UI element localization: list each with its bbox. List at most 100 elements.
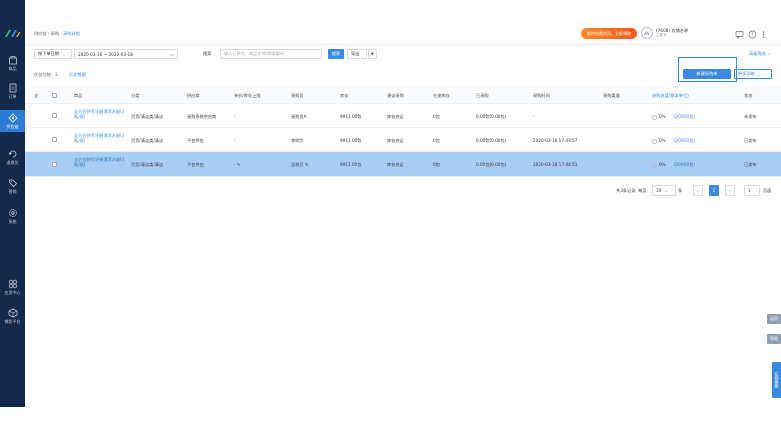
col-header-suggest[interactable]: 建议采购 <box>387 93 404 98</box>
search-input[interactable]: 输入订单号、商品名称/商家编码 <box>220 49 322 59</box>
supply-chain-icon <box>7 112 18 123</box>
sidebar-item-return[interactable]: 退换货 <box>0 146 25 168</box>
action-bar: 任务总数：3 历史数据 新建采购单 更多功能 ⌄ <box>25 64 781 86</box>
suggest-cell: 库存充足 <box>387 162 404 167</box>
sidebar-item-label: 商品 <box>8 65 17 71</box>
sidebar-item-label: 铺货平台 <box>4 318 21 324</box>
col-header-category[interactable]: 分类 <box>131 93 139 98</box>
order-icon <box>9 83 16 92</box>
sidebar-item-apps[interactable]: 应用中心 <box>0 276 25 298</box>
breadcrumb-item[interactable]: 供应链 <box>34 31 47 36</box>
export-button[interactable]: 导出 <box>347 49 367 59</box>
col-header-progress[interactable]: 采购进度(基本单位) <box>652 93 689 98</box>
buyer-cell: 吴梓豆 ✎ <box>291 162 308 167</box>
col-header-stock[interactable]: 库存 <box>340 93 348 98</box>
help-icon[interactable]: ? <box>748 30 757 39</box>
table-row-selected[interactable]: 全方位特写牙刷漂浮水玻(1瓶/瓶) 百货/清洁类/清洁 平台供应 - ✎ 吴梓豆… <box>25 152 781 177</box>
row-checkbox[interactable] <box>52 137 57 142</box>
date-type-value: 按下单日期 <box>38 51 59 56</box>
sidebar-item-product[interactable]: 商品 <box>0 52 25 74</box>
edit-icon[interactable]: ✎ <box>237 162 241 167</box>
page-button-current[interactable]: 1 <box>709 185 719 196</box>
apps-icon <box>8 279 17 288</box>
chevron-right-icon: › <box>729 188 731 193</box>
transit-cell: 0包 <box>433 138 440 143</box>
float-help-button[interactable]: 帮助 <box>767 334 781 344</box>
col-header-transit[interactable]: 在途库存 <box>433 93 450 98</box>
status-cell: 已发布 <box>744 162 757 167</box>
gear-icon <box>8 208 17 217</box>
edit-icon[interactable]: ✎ <box>305 162 309 167</box>
time-cell: - <box>533 114 535 119</box>
history-data-link[interactable]: 历史数据 <box>69 72 86 78</box>
sidebar-item-order[interactable]: 订单 <box>0 80 25 102</box>
col-header-time[interactable]: 采购时间 <box>533 93 550 98</box>
promo-button[interactable]: 限时免费试用，立即领取 <box>581 28 637 39</box>
col-header-price[interactable]: 单价/库存上限 <box>234 93 261 98</box>
breadcrumb-current: 采购计划 <box>63 31 80 36</box>
product-link[interactable]: 全方位特写牙刷漂浮水玻(1瓶/瓶) <box>74 133 126 143</box>
return-icon <box>8 150 16 157</box>
table-row[interactable]: 全方位特写牙刷漂浮水玻(1瓶/瓶) 百货/清洁类/清洁 采购系统供应商 - 采购… <box>25 104 781 128</box>
transit-cell: 0包 <box>433 114 440 119</box>
col-header[interactable]: 全 <box>34 93 38 98</box>
store-switcher[interactable]: AV (760B) 店铺名称 主账号 <box>641 27 688 39</box>
more-functions-label: 更多功能 <box>738 71 755 76</box>
select-all-checkbox[interactable] <box>52 93 57 98</box>
jump-page-input[interactable]: 1 <box>744 185 760 196</box>
progress-cell: 0% <box>652 138 666 144</box>
date-type-select[interactable]: 按下单日期 ⌄ <box>34 49 72 59</box>
page-size-select[interactable]: 10 ⌄ <box>652 185 676 196</box>
transit-cell: 0包 <box>433 162 440 167</box>
sidebar: 商品 订单 供应链 退换货 营销 系统 应用中心 铺货平台 <box>0 0 25 407</box>
breadcrumb: 供应链 / 采购 / 采购计划 <box>34 31 80 36</box>
prev-page-button[interactable]: ‹ <box>693 185 703 196</box>
table-row[interactable]: 全方位特写牙刷漂浮水玻(1瓶/瓶) 百货/清洁类/清洁 平台供应 - 李明华 9… <box>25 128 781 152</box>
filter-bar: 按下单日期 ⌄ 2020-03-16 ~ 2020-03-18 ▭ 搜索 输入订… <box>25 45 781 64</box>
store-sub: 主账号 <box>656 33 667 37</box>
purchased-cell: 0.00包(0.00包) <box>476 138 507 143</box>
time-cell: 2020-03-18 17:44:51 <box>533 162 578 167</box>
date-range-picker[interactable]: 2020-03-16 ~ 2020-03-18 ▭ <box>74 49 178 59</box>
more-vertical-icon[interactable] <box>759 30 768 39</box>
col-header-buyer[interactable]: 采购员 <box>291 93 304 98</box>
sidebar-item-system[interactable]: 系统 <box>0 205 25 227</box>
tag-icon <box>8 179 17 187</box>
export-dropdown-button[interactable]: ▼ <box>368 49 377 59</box>
float-back-button[interactable]: 返回 <box>767 314 781 324</box>
price-value: - <box>234 162 236 167</box>
sidebar-item-label: 供应链 <box>6 123 19 129</box>
sidebar-item-marketing[interactable]: 营销 <box>0 175 25 197</box>
date-range-value: 2020-03-16 ~ 2020-03-18 <box>78 51 133 57</box>
row-checkbox[interactable] <box>52 113 57 118</box>
col-header-product[interactable]: 商品 <box>74 93 82 98</box>
sidebar-item-distribution[interactable]: 铺货平台 <box>0 305 25 327</box>
online-service-button[interactable]: 在线客服 <box>772 362 781 398</box>
next-page-button[interactable]: › <box>725 185 735 196</box>
caret-down-icon: ▼ <box>371 52 374 56</box>
product-link[interactable]: 全方位特写牙刷漂浮水玻(1瓶/瓶) <box>74 157 126 167</box>
message-icon[interactable] <box>735 30 744 39</box>
progress-detail-link[interactable]: 0/0(0/0包) <box>674 162 695 167</box>
stock-cell: 9911.00包 <box>340 114 362 119</box>
progress-detail-link[interactable]: 0/0(0/0包) <box>674 138 695 143</box>
progress-cell: 0% <box>652 162 666 168</box>
product-link[interactable]: 全方位特写牙刷漂浮水玻(1瓶/瓶) <box>74 109 126 119</box>
breadcrumb-item[interactable]: 采购 <box>51 31 59 36</box>
col-header-channel[interactable]: 采购渠道 <box>603 93 620 98</box>
search-button[interactable]: 搜索 <box>328 49 344 59</box>
row-checkbox[interactable] <box>52 162 57 167</box>
col-header-supplier[interactable]: 供应商 <box>187 93 200 98</box>
progress-percent: 0% <box>659 162 666 167</box>
advanced-filter-link[interactable]: 高级筛选 ⌄ <box>749 51 771 57</box>
category-cell: 百货/清洁类/清洁 <box>131 162 164 167</box>
progress-ring-icon <box>652 138 657 144</box>
sidebar-item-supply-chain[interactable]: 供应链 <box>0 110 25 132</box>
progress-detail-link[interactable]: 0/0(0/0包) <box>674 114 695 119</box>
col-header-status[interactable]: 状态 <box>744 93 752 98</box>
col-header-purchased[interactable]: 已采购 <box>476 93 489 98</box>
category-cell: 百货/清洁类/清洁 <box>131 138 164 143</box>
export-label: 导出 <box>351 51 360 56</box>
more-functions-button[interactable]: 更多功能 ⌄ <box>734 69 772 79</box>
purchased-cell: 0.00包(0.00包) <box>476 162 507 167</box>
